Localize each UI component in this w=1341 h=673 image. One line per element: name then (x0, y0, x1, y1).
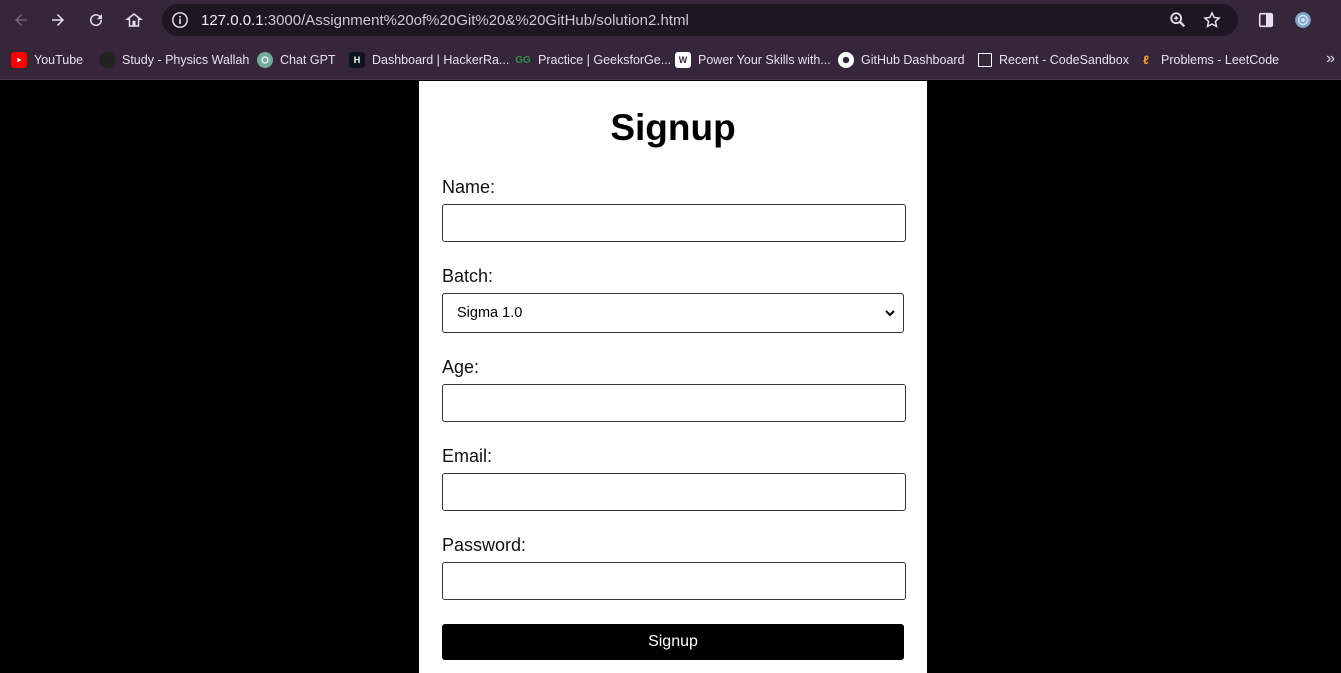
name-input[interactable] (442, 204, 906, 242)
bookmark-label: Chat GPT (280, 53, 336, 67)
site-info-icon[interactable] (170, 10, 190, 30)
email-label: Email: (442, 446, 493, 466)
bookmark-github[interactable]: GitHub Dashboard (838, 50, 965, 70)
age-label: Age: (442, 357, 480, 377)
password-input[interactable] (442, 562, 906, 600)
github-icon (838, 52, 854, 68)
url-path: :3000/Assignment%20of%20Git%20&%20GitHub… (263, 12, 689, 29)
chevron-down-icon (885, 310, 895, 317)
youtube-icon (11, 52, 27, 68)
bookmark-label: YouTube (34, 53, 84, 67)
site-icon: W (675, 52, 691, 68)
profile-avatar[interactable] (1291, 8, 1315, 32)
bookmark-power-skills[interactable]: W Power Your Skills with... (675, 50, 831, 70)
bookmark-star-icon[interactable] (1202, 10, 1222, 30)
bookmark-physics-wallah[interactable]: Study - Physics Wallah (99, 50, 249, 70)
batch-select[interactable]: Sigma 1.0 (442, 293, 904, 333)
chatgpt-icon (257, 52, 273, 68)
name-label: Name: (442, 177, 496, 197)
bookmark-label: Recent - CodeSandbox (999, 53, 1129, 67)
back-icon[interactable] (9, 8, 33, 32)
form-title: Signup (610, 107, 736, 148)
bookmark-geeksforgeeks[interactable]: GG Practice | GeeksforGe... (515, 50, 671, 70)
bookmark-leetcode[interactable]: ℓ Problems - LeetCode (1138, 50, 1279, 70)
password-label: Password: (442, 535, 527, 555)
codesandbox-icon (978, 53, 992, 67)
age-input[interactable] (442, 384, 906, 422)
url-text[interactable]: 127.0.0.1:3000/Assignment%20of%20Git%20&… (201, 12, 689, 29)
page-background: Signup Name: Batch: Sigma 1.0 Age: Email… (0, 81, 1341, 673)
bookmark-hackerrank[interactable]: H Dashboard | HackerRa... (349, 50, 509, 70)
bookmark-youtube[interactable]: YouTube (11, 50, 83, 70)
email-input[interactable] (442, 473, 906, 511)
signup-form: Signup Name: Batch: Sigma 1.0 Age: Email… (419, 81, 927, 673)
bookmark-label: Study - Physics Wallah (122, 53, 250, 67)
geeksforgeeks-icon: GG (515, 54, 531, 66)
physics-wallah-icon (99, 52, 115, 68)
signup-button[interactable]: Signup (442, 624, 904, 660)
forward-icon[interactable] (46, 8, 70, 32)
side-panel-icon[interactable] (1254, 8, 1278, 32)
batch-label: Batch: (442, 266, 494, 286)
browser-toolbar: 127.0.0.1:3000/Assignment%20of%20Git%20&… (0, 0, 1341, 40)
bookmark-codesandbox[interactable]: Recent - CodeSandbox (978, 50, 1129, 70)
bookmark-label: Power Your Skills with... (698, 53, 831, 67)
hackerrank-icon: H (349, 52, 365, 68)
bookmark-label: Dashboard | HackerRa... (372, 53, 510, 67)
bookmark-chat-gpt[interactable]: Chat GPT (257, 50, 336, 70)
reload-icon[interactable] (84, 8, 108, 32)
bookmarks-overflow-icon[interactable]: » (1326, 50, 1335, 68)
bookmarks-bar: YouTube Study - Physics Wallah Chat GPT … (0, 40, 1341, 80)
zoom-icon[interactable] (1168, 10, 1188, 30)
bookmark-label: Practice | GeeksforGe... (538, 53, 672, 67)
address-bar[interactable]: 127.0.0.1:3000/Assignment%20of%20Git%20&… (162, 4, 1238, 36)
bookmark-label: GitHub Dashboard (861, 53, 965, 67)
leetcode-icon: ℓ (1143, 53, 1149, 67)
bookmark-label: Problems - LeetCode (1161, 53, 1280, 67)
batch-selected-value: Sigma 1.0 (457, 305, 523, 321)
home-icon[interactable] (122, 8, 146, 32)
url-host: 127.0.0.1 (201, 12, 264, 29)
